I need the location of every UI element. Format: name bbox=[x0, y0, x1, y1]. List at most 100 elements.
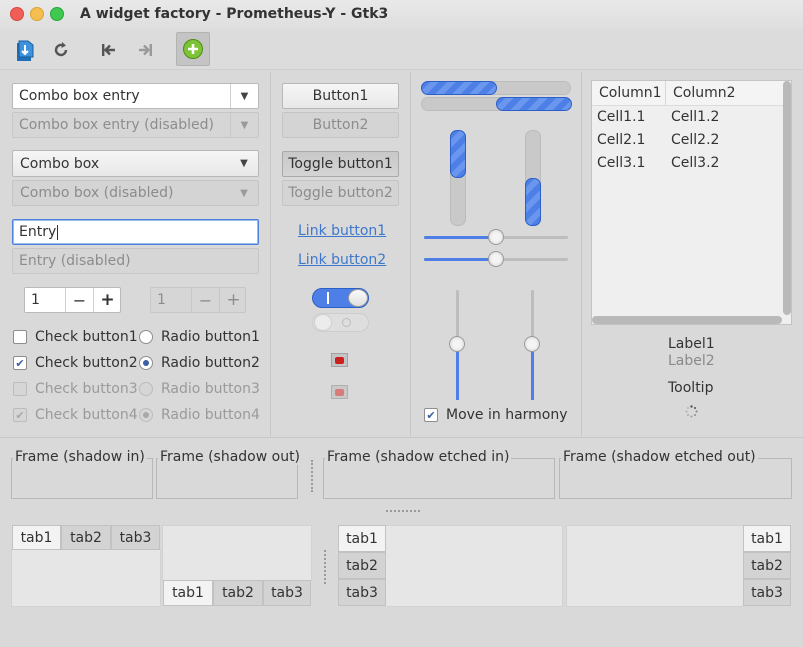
horizontal-scale-1[interactable] bbox=[424, 229, 568, 245]
window-title: A widget factory - Prometheus-Y - Gtk3 bbox=[80, 6, 389, 22]
title-bar: A widget factory - Prometheus-Y - Gtk3 bbox=[0, 0, 803, 30]
pane-handle[interactable] bbox=[311, 460, 313, 492]
progress-bar-1 bbox=[421, 81, 571, 95]
plus-icon: + bbox=[226, 290, 241, 310]
minimize-window-button[interactable] bbox=[30, 7, 44, 21]
toolbar bbox=[0, 30, 803, 70]
button-1[interactable]: Button1 bbox=[282, 83, 399, 109]
pane-handle[interactable] bbox=[386, 510, 420, 512]
column-header-2[interactable]: Column2 bbox=[673, 85, 736, 101]
tab-3[interactable]: tab3 bbox=[111, 525, 160, 550]
tab-1[interactable]: tab1 bbox=[12, 525, 61, 550]
spin-button-disabled: 1 − + bbox=[150, 287, 246, 313]
cell[interactable]: Cell3.1 bbox=[597, 155, 645, 171]
tab-1[interactable]: tab1 bbox=[338, 525, 386, 552]
add-button[interactable] bbox=[176, 32, 210, 66]
horizontal-scrollbar[interactable] bbox=[592, 316, 782, 324]
radio-button-2[interactable]: Radio button2 bbox=[139, 355, 260, 371]
column-header-1[interactable]: Column1 bbox=[599, 85, 662, 101]
vertical-scale-2[interactable] bbox=[524, 290, 540, 400]
tab-2[interactable]: tab2 bbox=[743, 552, 791, 579]
move-in-harmony-label: Move in harmony bbox=[446, 407, 568, 423]
combo-box-entry[interactable]: Combo box entry ▼ bbox=[12, 83, 259, 109]
go-last-icon bbox=[139, 44, 152, 56]
label-1: Label1 bbox=[668, 336, 715, 352]
progress-bar-2 bbox=[421, 97, 572, 111]
label-2: Label2 bbox=[668, 353, 715, 369]
check-button-4: ✔ Check button4 bbox=[13, 407, 138, 423]
document-button[interactable] bbox=[10, 35, 40, 65]
radio-icon bbox=[139, 382, 153, 396]
radio-button-1[interactable]: Radio button1 bbox=[139, 329, 260, 345]
scale-fill bbox=[424, 236, 496, 239]
plus-icon: + bbox=[100, 290, 115, 310]
cell[interactable]: Cell2.1 bbox=[597, 132, 645, 148]
chevron-down-icon[interactable]: ▼ bbox=[230, 84, 258, 108]
tab-3[interactable]: tab3 bbox=[743, 579, 791, 606]
image-widget bbox=[331, 353, 348, 367]
toggle-button-2: Toggle button2 bbox=[282, 180, 399, 206]
check-button-3: Check button3 bbox=[13, 381, 138, 397]
check-button-3-label: Check button3 bbox=[35, 381, 138, 397]
radio-button-4: Radio button4 bbox=[139, 407, 260, 423]
check-button-1[interactable]: Check button1 bbox=[13, 329, 138, 345]
scale-knob[interactable] bbox=[449, 336, 465, 352]
cell[interactable]: Cell1.1 bbox=[597, 109, 645, 125]
spin-button[interactable]: 1 − + bbox=[24, 287, 121, 313]
radio-selected-icon bbox=[139, 356, 153, 370]
tab-3[interactable]: tab3 bbox=[338, 579, 386, 606]
spin-value-disabled: 1 bbox=[157, 292, 166, 308]
cell[interactable]: Cell2.2 bbox=[671, 132, 719, 148]
tab-1[interactable]: tab1 bbox=[163, 580, 213, 606]
frame-shadow-etched-in-label: Frame (shadow etched in) bbox=[325, 449, 512, 465]
horizontal-scale-2[interactable] bbox=[424, 251, 568, 267]
spin-increment-button[interactable]: + bbox=[93, 288, 121, 312]
frame-shadow-etched-out-label: Frame (shadow etched out) bbox=[561, 449, 758, 465]
switch-off-disabled bbox=[312, 313, 369, 332]
toggle-button-1[interactable]: Toggle button1 bbox=[282, 151, 399, 177]
notebook-left-panel bbox=[385, 525, 563, 607]
tab-2[interactable]: tab2 bbox=[213, 580, 263, 606]
scale-knob[interactable] bbox=[524, 336, 540, 352]
entry-field-disabled: Entry (disabled) bbox=[12, 248, 259, 274]
tree-view[interactable]: Column1 Column2 Cell1.1 Cell1.2 Cell2.1 … bbox=[591, 80, 792, 325]
scale-knob[interactable] bbox=[488, 229, 504, 245]
link-button-2[interactable]: Link button2 bbox=[298, 252, 386, 268]
scale-fill bbox=[456, 345, 459, 400]
switch-on[interactable] bbox=[312, 288, 369, 308]
refresh-button[interactable] bbox=[46, 35, 76, 65]
check-button-2-label: Check button2 bbox=[35, 355, 138, 371]
close-window-button[interactable] bbox=[10, 7, 24, 21]
add-icon bbox=[183, 39, 203, 59]
vertical-scrollbar[interactable] bbox=[783, 81, 791, 315]
vertical-scale-1[interactable] bbox=[449, 290, 465, 400]
tab-2[interactable]: tab2 bbox=[338, 552, 386, 579]
scale-knob[interactable] bbox=[488, 251, 504, 267]
cell[interactable]: Cell1.2 bbox=[671, 109, 719, 125]
entry-field[interactable]: Entry bbox=[12, 219, 259, 245]
check-button-4-label: Check button4 bbox=[35, 407, 138, 423]
tab-1[interactable]: tab1 bbox=[743, 525, 791, 552]
vertical-progress-bar-2 bbox=[525, 130, 541, 226]
combo-box[interactable]: Combo box ▼ bbox=[12, 150, 259, 177]
checkbox-icon bbox=[13, 382, 27, 396]
link-button-1[interactable]: Link button1 bbox=[298, 223, 386, 239]
cell[interactable]: Cell3.2 bbox=[671, 155, 719, 171]
go-first-button[interactable] bbox=[94, 35, 124, 65]
check-button-1-label: Check button1 bbox=[35, 329, 138, 345]
chevron-down-icon: ▼ bbox=[240, 187, 248, 199]
spin-decrement-button[interactable]: − bbox=[65, 288, 93, 312]
image-widget-disabled bbox=[331, 385, 348, 399]
pane-handle[interactable] bbox=[324, 550, 326, 584]
combo-box-text: Combo box bbox=[20, 155, 100, 172]
move-in-harmony-check[interactable]: ✔ Move in harmony bbox=[424, 407, 568, 423]
maximize-window-button[interactable] bbox=[50, 7, 64, 21]
radio-icon bbox=[139, 330, 153, 344]
check-button-2[interactable]: ✔ Check button2 bbox=[13, 355, 138, 371]
tab-2[interactable]: tab2 bbox=[61, 525, 111, 550]
go-last-button[interactable] bbox=[130, 35, 160, 65]
checkmark-icon: ✔ bbox=[13, 408, 27, 422]
tab-3[interactable]: tab3 bbox=[263, 580, 311, 606]
chevron-down-icon: ▼ bbox=[240, 158, 248, 169]
switch-off-indicator bbox=[342, 318, 351, 327]
